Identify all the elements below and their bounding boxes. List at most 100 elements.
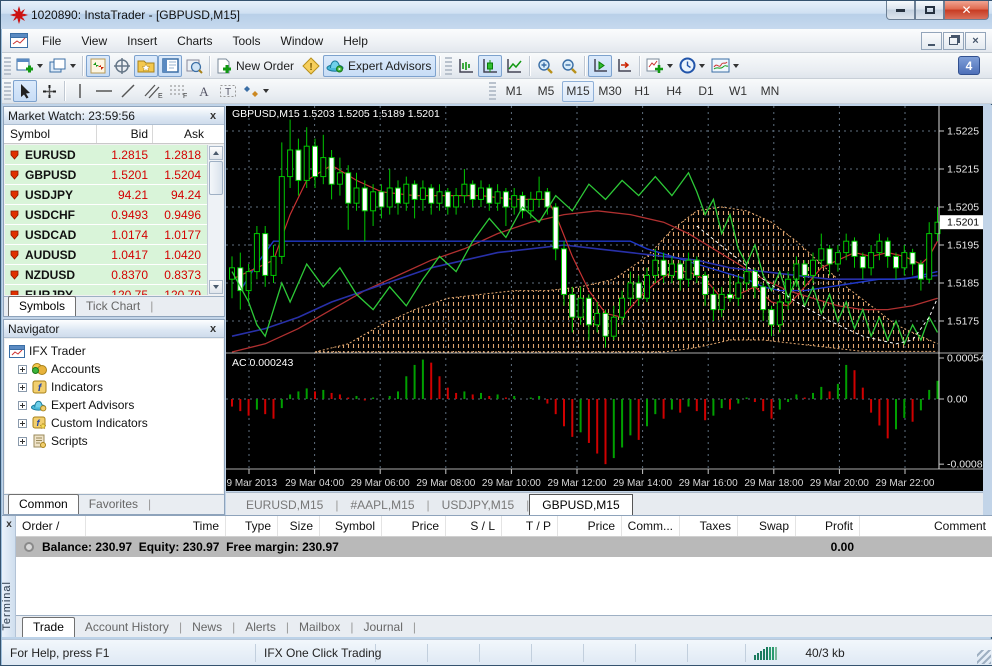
menu-item-tools[interactable]: Tools <box>223 30 271 52</box>
navigator-item-indicators[interactable]: fIndicators <box>9 378 223 396</box>
toolbar-grip[interactable] <box>489 82 496 100</box>
terminal-column-type[interactable]: Type <box>226 516 278 536</box>
terminal-column-price[interactable]: Price <box>382 516 446 536</box>
market-watch-close-icon[interactable]: x <box>206 109 220 123</box>
timeframe-button-h1[interactable]: H1 <box>626 81 658 102</box>
terminal-column-profit[interactable]: Profit <box>796 516 860 536</box>
cursor-button[interactable] <box>13 80 37 102</box>
indicators-button[interactable] <box>643 55 676 77</box>
new-order-button[interactable]: New Order <box>213 55 299 77</box>
menu-item-file[interactable]: File <box>32 30 71 52</box>
templates-button[interactable] <box>708 55 742 77</box>
chart-tab-eurusd-m15[interactable]: EURUSD,M15 <box>234 495 335 515</box>
terminal-column-swap[interactable]: Swap <box>738 516 796 536</box>
terminal-column-size[interactable]: Size <box>278 516 320 536</box>
expand-plus-icon[interactable] <box>18 383 27 392</box>
scroll-down-arrow[interactable] <box>209 280 223 294</box>
fibonacci-button[interactable]: F <box>166 80 192 102</box>
terminal-column-symbol[interactable]: Symbol <box>320 516 382 536</box>
price-chart[interactable]: 29 Mar 201329 Mar 04:0029 Mar 06:0029 Ma… <box>226 106 983 491</box>
maximize-button[interactable] <box>915 1 944 20</box>
strategy-tester-button[interactable] <box>182 55 206 77</box>
expand-plus-icon[interactable] <box>18 365 27 374</box>
menu-item-window[interactable]: Window <box>271 30 334 52</box>
tab-favorites[interactable]: Favorites <box>79 495 148 514</box>
market-watch-row-usdcad[interactable]: USDCAD1.01741.0177 <box>5 225 207 245</box>
menu-item-help[interactable]: Help <box>333 30 378 52</box>
navigator-root-ifx-trader[interactable]: IFX Trader <box>9 342 223 360</box>
navigator-item-accounts[interactable]: Accounts <box>9 360 223 378</box>
timeframe-button-m5[interactable]: M5 <box>530 81 562 102</box>
column-ask[interactable]: Ask <box>152 125 206 143</box>
close-button[interactable]: ✕ <box>944 1 989 20</box>
timeframe-button-mn[interactable]: MN <box>754 81 786 102</box>
market-watch-row-audusd[interactable]: AUDUSD1.04171.0420 <box>5 245 207 265</box>
notifications-badge[interactable]: 4 <box>958 56 980 75</box>
timeframe-button-w1[interactable]: W1 <box>722 81 754 102</box>
terminal-tab-account-history[interactable]: Account History <box>75 618 179 637</box>
data-window-button[interactable] <box>110 55 134 77</box>
scroll-up-arrow[interactable] <box>209 146 223 160</box>
terminal-column-price[interactable]: Price <box>558 516 622 536</box>
market-watch-toggle[interactable] <box>86 55 110 77</box>
navigator-toggle[interactable] <box>134 55 158 77</box>
text-button[interactable]: A <box>192 80 216 102</box>
column-symbol[interactable]: Symbol <box>4 127 96 141</box>
menu-item-charts[interactable]: Charts <box>167 30 222 52</box>
child-close-button[interactable]: × <box>965 32 986 50</box>
auto-scroll-toggle[interactable] <box>588 55 612 77</box>
tab-symbols[interactable]: Symbols <box>8 296 76 316</box>
chart-canvas[interactable]: 29 Mar 201329 Mar 04:0029 Mar 06:0029 Ma… <box>226 106 983 491</box>
market-watch-scrollbar[interactable] <box>207 145 223 295</box>
tab-tick-chart[interactable]: Tick Chart <box>76 297 150 316</box>
minimize-button[interactable] <box>886 1 915 20</box>
expand-plus-icon[interactable] <box>18 437 27 446</box>
navigator-item-scripts[interactable]: Scripts <box>9 432 223 450</box>
arrows-button[interactable] <box>240 80 272 102</box>
expand-plus-icon[interactable] <box>18 401 27 410</box>
menu-item-insert[interactable]: Insert <box>117 30 167 52</box>
terminal-tab-trade[interactable]: Trade <box>22 617 75 637</box>
candlestick-button[interactable] <box>478 55 502 77</box>
child-minimize-button[interactable] <box>921 32 942 50</box>
market-watch-row-nzdusd[interactable]: NZDUSD0.83700.8373 <box>5 265 207 285</box>
chart-shift-button[interactable] <box>612 55 636 77</box>
vertical-line-button[interactable] <box>68 80 92 102</box>
terminal-column-taxes[interactable]: Taxes <box>680 516 738 536</box>
market-watch-row-usdchf[interactable]: USDCHF0.94930.9496 <box>5 205 207 225</box>
terminal-column-comment[interactable]: Comment <box>860 516 992 536</box>
market-watch-row-usdjpy[interactable]: USDJPY94.2194.24 <box>5 185 207 205</box>
crosshair-tool-button[interactable] <box>37 80 61 102</box>
profiles-button[interactable] <box>46 55 79 77</box>
terminal-column-s-l[interactable]: S / L <box>446 516 502 536</box>
chart-tab-usdjpy-m15[interactable]: USDJPY,M15 <box>430 495 526 515</box>
timeframe-button-m1[interactable]: M1 <box>498 81 530 102</box>
column-bid[interactable]: Bid <box>96 125 152 143</box>
expert-advisors-toggle[interactable]: Expert Advisors <box>323 55 436 77</box>
alert-button[interactable]: ! <box>299 55 323 77</box>
navigator-close-icon[interactable]: x <box>206 322 220 336</box>
new-chart-button[interactable] <box>13 55 46 77</box>
scroll-thumb[interactable] <box>209 161 223 195</box>
menu-item-view[interactable]: View <box>71 30 117 52</box>
timeframe-button-h4[interactable]: H4 <box>658 81 690 102</box>
tab-common[interactable]: Common <box>8 494 79 514</box>
terminal-column-t-p[interactable]: T / P <box>502 516 558 536</box>
timeframe-button-m15[interactable]: M15 <box>562 81 594 102</box>
terminal-column-time[interactable]: Time <box>86 516 226 536</box>
terminal-column-comm-[interactable]: Comm... <box>622 516 680 536</box>
chart-window-icon[interactable] <box>10 33 28 48</box>
terminal-tab-news[interactable]: News <box>182 618 232 637</box>
equidistant-channel-button[interactable]: E <box>140 80 166 102</box>
toolbar-grip[interactable] <box>4 82 11 100</box>
zoom-in-button[interactable] <box>533 55 557 77</box>
chart-tab--aapl-m15[interactable]: #AAPL,M15 <box>338 495 426 515</box>
terminal-tab-alerts[interactable]: Alerts <box>235 618 286 637</box>
market-watch-row-gbpusd[interactable]: GBPUSD1.52011.5204 <box>5 165 207 185</box>
terminal-tab-journal[interactable]: Journal <box>354 618 413 637</box>
child-restore-button[interactable] <box>943 32 964 50</box>
chart-tab-gbpusd-m15[interactable]: GBPUSD,M15 <box>529 494 632 515</box>
line-chart-button[interactable] <box>502 55 526 77</box>
expand-plus-icon[interactable] <box>18 419 27 428</box>
periods-button[interactable] <box>676 55 708 77</box>
